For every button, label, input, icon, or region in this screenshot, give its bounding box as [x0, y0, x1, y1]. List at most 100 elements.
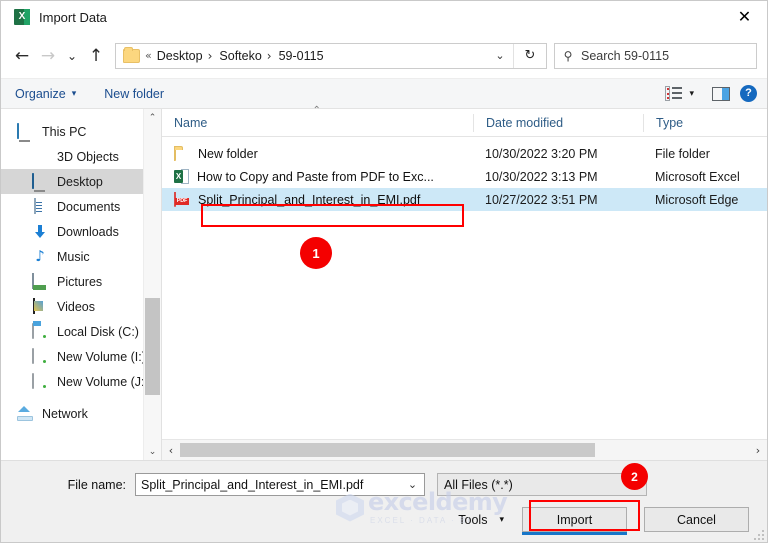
sidebar-item-documents[interactable]: Documents	[1, 194, 161, 219]
sidebar-item-network[interactable]: Network	[1, 401, 161, 426]
sidebar-item-music[interactable]: ♪ Music	[1, 244, 161, 269]
file-type-filter-select[interactable]: All Files (*.*) ⌄	[437, 473, 647, 496]
sidebar-item-3d-objects[interactable]: 3D Objects	[1, 144, 161, 169]
pictures-icon	[32, 272, 48, 290]
scroll-right-icon[interactable]: ›	[749, 444, 767, 457]
sidebar-label: 3D Objects	[57, 149, 119, 164]
sidebar-label: Documents	[57, 199, 121, 214]
scroll-up-icon[interactable]: ⌃	[144, 109, 161, 126]
tools-button[interactable]: Tools ▾	[458, 513, 504, 527]
search-input[interactable]: Search 59-0115	[581, 49, 669, 63]
view-options-icon[interactable]	[665, 86, 683, 101]
sidebar-scrollbar[interactable]: ⌃ ⌄	[143, 109, 161, 460]
cancel-button[interactable]: Cancel	[644, 507, 749, 532]
file-date-cell: 10/30/2022 3:13 PM	[485, 169, 598, 184]
sidebar-label: Desktop	[57, 174, 103, 189]
search-box[interactable]: ⚲ Search 59-0115	[554, 42, 757, 69]
breadcrumb-item-2[interactable]: 59-0115	[276, 49, 327, 63]
file-name-cell: How to Copy and Paste from PDF to Exc...	[162, 169, 473, 184]
dialog-body: This PC 3D Objects Desktop Documents Dow…	[1, 105, 767, 460]
sidebar-label: Music	[57, 249, 90, 264]
recent-locations-button[interactable]: ⌄	[61, 41, 83, 71]
file-name-label: How to Copy and Paste from PDF to Exc...	[197, 169, 434, 184]
address-bar[interactable]: « Desktop › Softeko › 59-0115 ⌄ ↻	[115, 42, 547, 69]
column-header-label: Name	[174, 115, 208, 130]
file-list-pane: ⌃ Name Date modified Type New folder 10/…	[161, 105, 767, 460]
command-bar: Organize ▾ New folder ▾ ?	[1, 78, 767, 109]
file-name-cell: Split_Principal_and_Interest_in_EMI.pdf	[162, 191, 473, 208]
sidebar-label: Pictures	[57, 274, 103, 289]
navigation-bar: ← → ⌄ ↑ « Desktop › Softeko › 59-0115 ⌄ …	[1, 33, 767, 78]
refresh-icon[interactable]: ↻	[513, 43, 546, 68]
sidebar-item-videos[interactable]: Videos	[1, 294, 161, 319]
navigation-pane: This PC 3D Objects Desktop Documents Dow…	[1, 109, 161, 460]
sidebar-item-this-pc[interactable]: This PC	[1, 119, 161, 144]
file-type-cell: Microsoft Edge	[655, 192, 739, 207]
title-bar: Import Data ✕	[1, 1, 767, 33]
sidebar-scroll-track[interactable]	[144, 126, 161, 443]
back-button[interactable]: ←	[9, 41, 35, 71]
file-type-cell: Microsoft Excel	[655, 169, 740, 184]
cube-icon	[32, 149, 48, 165]
breadcrumb-separator-1[interactable]: ›	[265, 49, 276, 63]
preview-pane-icon[interactable]	[712, 86, 730, 101]
file-list: New folder 10/30/2022 3:20 PM File folde…	[162, 137, 767, 439]
forward-button[interactable]: →	[35, 41, 61, 71]
file-date-cell: 10/27/2022 3:51 PM	[485, 192, 598, 207]
file-name-label: File name:	[67, 477, 126, 492]
scroll-down-icon[interactable]: ⌄	[144, 443, 161, 460]
new-folder-button[interactable]: New folder	[104, 87, 164, 101]
up-button[interactable]: ↑	[83, 41, 109, 71]
sidebar-item-desktop[interactable]: Desktop	[1, 169, 161, 194]
column-header-type[interactable]: Type	[643, 113, 767, 132]
column-header-date-modified[interactable]: Date modified	[473, 113, 643, 132]
organize-label: Organize	[15, 86, 66, 101]
hscroll-thumb[interactable]	[180, 443, 596, 457]
file-list-horizontal-scrollbar[interactable]: ‹ ›	[162, 439, 767, 460]
breadcrumb: « Desktop › Softeko › 59-0115	[143, 49, 487, 63]
excel-file-icon	[174, 169, 189, 184]
breadcrumb-separator-0[interactable]: ›	[206, 49, 217, 63]
videos-icon	[32, 297, 48, 315]
file-name-value[interactable]: Split_Principal_and_Interest_in_EMI.pdf	[136, 478, 401, 492]
pdf-file-icon	[174, 191, 190, 208]
organize-button[interactable]: Organize ▾	[15, 87, 76, 101]
address-dropdown-icon[interactable]: ⌄	[487, 44, 513, 68]
tools-label: Tools	[458, 512, 488, 527]
scroll-left-icon[interactable]: ‹	[162, 444, 180, 457]
dialog-footer: File name: Split_Principal_and_Interest_…	[1, 460, 767, 542]
chevron-down-icon: ▾	[71, 88, 77, 99]
table-row[interactable]: How to Copy and Paste from PDF to Exc...…	[162, 165, 767, 188]
sidebar-label: Network	[42, 406, 88, 421]
folder-icon	[123, 46, 140, 63]
drive-icon	[32, 347, 48, 365]
close-icon[interactable]: ✕	[722, 1, 767, 32]
chevron-down-icon[interactable]: ⌄	[401, 478, 424, 491]
sidebar-label: New Volume (I:)	[57, 349, 146, 364]
table-row[interactable]: Split_Principal_and_Interest_in_EMI.pdf …	[162, 188, 767, 211]
sort-ascending-icon: ⌃	[312, 104, 321, 116]
resize-grip[interactable]	[754, 530, 764, 540]
column-header-name[interactable]: ⌃ Name	[162, 105, 473, 132]
view-chevron-down-icon[interactable]: ▾	[689, 89, 694, 99]
sidebar-item-downloads[interactable]: Downloads	[1, 219, 161, 244]
breadcrumb-item-1[interactable]: Softeko	[216, 49, 264, 63]
table-row[interactable]: New folder 10/30/2022 3:20 PM File folde…	[162, 142, 767, 165]
sidebar-item-new-volume-i[interactable]: New Volume (I:)	[1, 344, 161, 369]
sidebar-item-pictures[interactable]: Pictures	[1, 269, 161, 294]
sidebar-scroll-thumb[interactable]	[145, 298, 160, 395]
breadcrumb-item-0[interactable]: Desktop	[154, 49, 206, 63]
hscroll-track[interactable]	[180, 442, 749, 458]
sidebar-item-local-disk-c[interactable]: Local Disk (C:)	[1, 319, 161, 344]
folder-icon	[174, 145, 190, 162]
computer-icon	[17, 122, 33, 140]
breadcrumb-overflow[interactable]: «	[143, 49, 154, 62]
help-icon[interactable]: ?	[740, 85, 757, 102]
file-name-input[interactable]: Split_Principal_and_Interest_in_EMI.pdf …	[135, 473, 425, 496]
window-title: Import Data	[39, 9, 107, 25]
import-button[interactable]: Import	[522, 507, 627, 535]
file-name-cell: New folder	[162, 145, 473, 162]
sidebar-label: Local Disk (C:)	[57, 324, 139, 339]
local-disk-icon	[32, 322, 48, 340]
sidebar-item-new-volume-j[interactable]: New Volume (J:)	[1, 369, 161, 394]
